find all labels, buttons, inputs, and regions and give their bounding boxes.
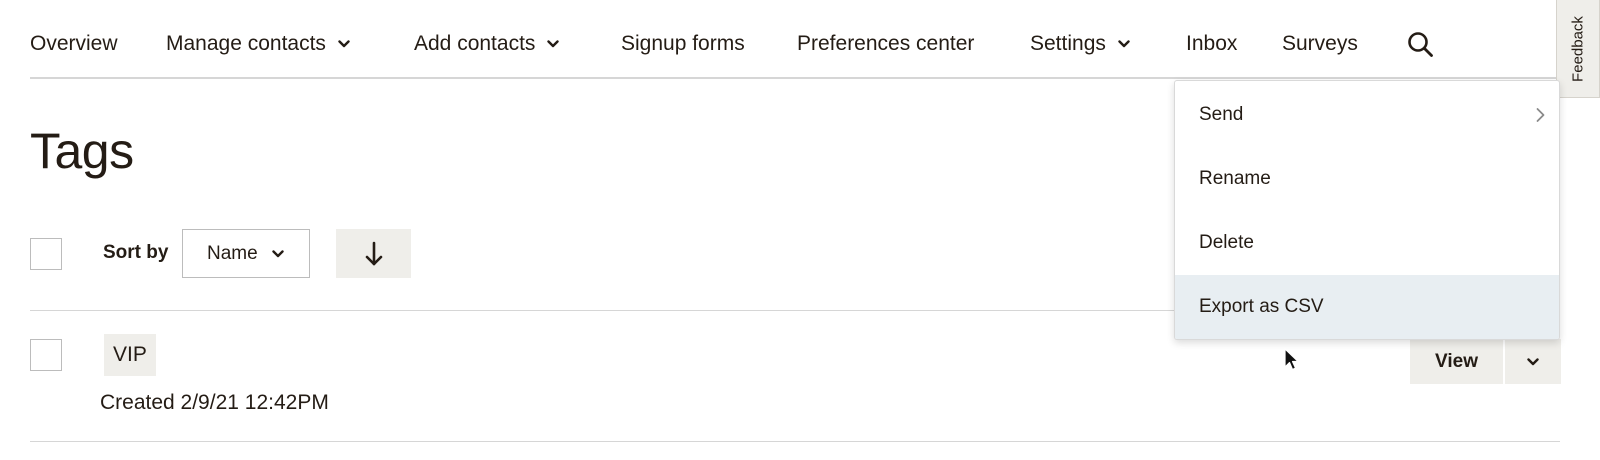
- nav-item-label: Surveys: [1282, 32, 1358, 55]
- chevron-down-icon: [1118, 40, 1130, 48]
- top-nav: Overview Manage contacts Add contacts Si…: [30, 0, 1560, 79]
- sort-select[interactable]: Name: [182, 229, 310, 278]
- nav-item-label: Settings: [1030, 32, 1106, 55]
- nav-item-label: Inbox: [1186, 32, 1238, 55]
- nav-signup-forms[interactable]: Signup forms: [621, 32, 745, 56]
- menu-item-label: Rename: [1199, 168, 1271, 189]
- row-checkbox[interactable]: [30, 339, 62, 371]
- nav-inbox[interactable]: Inbox: [1186, 32, 1237, 56]
- menu-item-label: Export as CSV: [1199, 296, 1324, 317]
- feedback-label: Feedback: [1569, 15, 1587, 82]
- nav-preferences-center[interactable]: Preferences center: [797, 32, 974, 56]
- tag-created-date: Created 2/9/21 12:42PM: [100, 391, 329, 414]
- menu-item-label: Delete: [1199, 232, 1254, 253]
- chevron-down-icon: [271, 249, 284, 258]
- search-icon[interactable]: [1406, 30, 1436, 60]
- nav-item-label: Add contacts: [414, 32, 536, 55]
- sort-by-label: Sort by: [103, 242, 169, 263]
- chevron-down-icon: [547, 40, 560, 48]
- row-actions-button[interactable]: [1505, 339, 1561, 384]
- chevron-right-icon: [1536, 108, 1545, 123]
- view-button-label: View: [1435, 350, 1478, 372]
- nav-overview[interactable]: Overview: [30, 32, 118, 56]
- menu-item-rename[interactable]: Rename: [1175, 147, 1559, 211]
- menu-item-label: Send: [1199, 104, 1244, 125]
- nav-item-label: Overview: [30, 32, 118, 55]
- view-button[interactable]: View: [1410, 339, 1503, 384]
- nav-item-label: Preferences center: [797, 32, 975, 55]
- nav-add-contacts[interactable]: Add contacts: [414, 32, 560, 56]
- chevron-down-icon: [1527, 357, 1539, 366]
- tag-name: VIP: [113, 343, 147, 366]
- sort-select-value: Name: [207, 242, 258, 264]
- nav-manage-contacts[interactable]: Manage contacts: [166, 32, 350, 56]
- menu-item-send[interactable]: Send: [1175, 83, 1559, 147]
- select-all-checkbox[interactable]: [30, 238, 62, 270]
- nav-surveys[interactable]: Surveys: [1282, 32, 1358, 56]
- nav-item-label: Manage contacts: [166, 32, 326, 55]
- chevron-down-icon: [338, 40, 350, 48]
- tag-name-chip[interactable]: VIP: [104, 334, 156, 376]
- sort-direction-button[interactable]: [336, 229, 411, 278]
- menu-item-delete[interactable]: Delete: [1175, 211, 1559, 275]
- menu-item-export-csv[interactable]: Export as CSV: [1175, 275, 1559, 339]
- arrow-down-icon: [364, 241, 384, 267]
- mouse-cursor-icon: [1284, 348, 1300, 372]
- divider: [30, 441, 1560, 442]
- nav-settings[interactable]: Settings: [1030, 32, 1130, 56]
- row-actions-menu: Send Rename Delete Export as CSV: [1174, 80, 1560, 340]
- page-title: Tags: [30, 123, 134, 179]
- nav-item-label: Signup forms: [621, 32, 745, 55]
- feedback-tab[interactable]: Feedback: [1556, 0, 1600, 98]
